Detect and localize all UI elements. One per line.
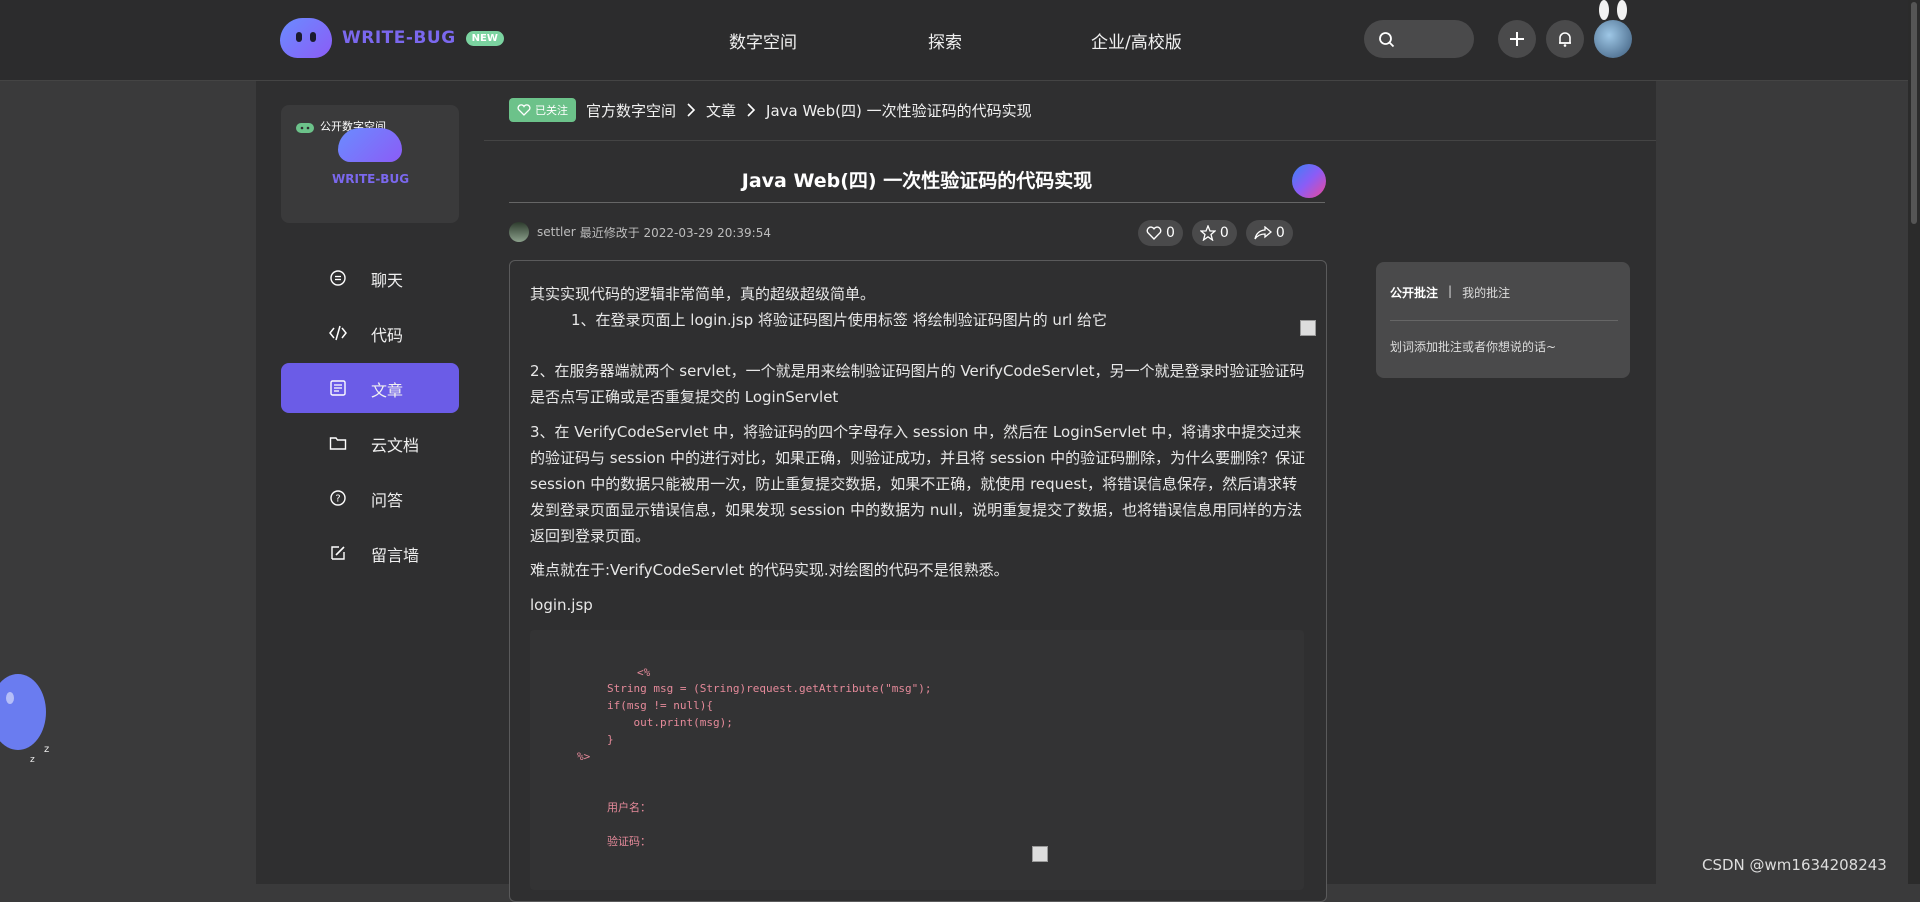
- user-avatar[interactable]: [1594, 20, 1632, 58]
- article-title: Java Web(四) 一次性验证码的代码实现: [741, 170, 1093, 192]
- sidebar-item-chat[interactable]: 聊天: [281, 253, 459, 303]
- share-icon: [1254, 226, 1272, 240]
- share-button[interactable]: 0: [1245, 220, 1293, 246]
- followed-label: 已关注: [535, 104, 568, 117]
- author-name[interactable]: settler: [537, 225, 576, 239]
- star-count: 0: [1219, 225, 1229, 241]
- divider: [484, 140, 1656, 141]
- paragraph: 2、在服务器端就两个 servlet，一个就是用来绘制验证码图片的 Verify…: [530, 362, 1305, 406]
- notification-button[interactable]: [1546, 20, 1584, 58]
- sleeping-mascot-icon[interactable]: z z z: [0, 662, 50, 772]
- code-icon: [329, 325, 347, 341]
- sidebar-item-label: 留言墙: [371, 546, 420, 565]
- scrollbar-thumb[interactable]: [1911, 2, 1917, 224]
- article-counters: 0 0 0: [1138, 220, 1293, 246]
- new-badge: NEW: [465, 30, 504, 46]
- paragraph: 其实实现代码的逻辑非常简单，真的超级超级简单。: [530, 285, 876, 303]
- article-icon: [330, 380, 346, 396]
- code-line: out.print(msg);: [607, 716, 733, 729]
- bell-icon: [1559, 32, 1571, 47]
- code-line: String msg = (String)request.getAttribut…: [607, 682, 932, 695]
- folder-icon: [329, 437, 347, 450]
- search-icon: [1379, 32, 1395, 48]
- article-meta: settler 最近修改于 2022-03-29 20:39:54: [509, 222, 771, 242]
- csdn-watermark: CSDN @wm1634208243: [1702, 856, 1887, 874]
- code-line: }: [607, 733, 614, 746]
- sidebar-item-article[interactable]: 文章: [281, 363, 459, 413]
- svg-text:z: z: [44, 744, 49, 755]
- brand-name: WRITE-BUG: [342, 28, 456, 48]
- breadcrumb-item-space[interactable]: 官方数字空间: [586, 100, 676, 121]
- modified-time: 最近修改于 2022-03-29 20:39:54: [579, 225, 771, 240]
- question-icon: ?: [330, 490, 346, 506]
- bunny-ears-icon: [1599, 0, 1627, 20]
- android-icon: [296, 123, 314, 133]
- tab-my-annotations[interactable]: 我的批注: [1462, 284, 1510, 301]
- code-line: 用户名：: [607, 801, 651, 814]
- like-button[interactable]: 0: [1138, 220, 1183, 246]
- code-line: 验证码：: [607, 835, 651, 848]
- add-button[interactable]: [1498, 20, 1536, 58]
- mascot-icon: [280, 18, 332, 58]
- heart-icon: [1146, 226, 1162, 240]
- chevron-right-icon: [747, 103, 756, 117]
- code-line: %>: [577, 750, 591, 763]
- nav-digital-space[interactable]: 数字空间: [729, 28, 797, 53]
- nav-explore[interactable]: 探索: [928, 28, 962, 53]
- space-mascot-icon: [338, 128, 402, 162]
- code-line: if(msg != null){: [607, 699, 713, 712]
- sidebar-item-label: 云文档: [371, 436, 420, 455]
- star-icon: [1199, 225, 1216, 241]
- paragraph: login.jsp: [530, 596, 593, 614]
- broken-image-icon: [1032, 846, 1048, 862]
- brand-logo[interactable]: WRITE-BUG NEW: [280, 18, 504, 58]
- globe-icon[interactable]: [1292, 164, 1326, 198]
- tab-divider: |: [1448, 284, 1453, 298]
- breadcrumb-item-current: Java Web(四) 一次性验证码的代码实现: [766, 101, 1032, 120]
- annotation-tabs: 公开批注 | 我的批注: [1390, 284, 1510, 301]
- code-line: <%: [637, 666, 651, 679]
- like-count: 0: [1166, 225, 1175, 241]
- broken-image-icon: [1300, 320, 1316, 336]
- sidebar-item-label: 文章: [371, 381, 404, 400]
- title-divider: [509, 202, 1325, 203]
- sidebar-item-code[interactable]: 代码: [281, 308, 459, 358]
- sidebar-item-label: 问答: [371, 491, 404, 510]
- sidebar-item-label: 聊天: [371, 271, 404, 290]
- svg-text:?: ?: [335, 494, 340, 505]
- breadcrumb-item-articles[interactable]: 文章: [706, 100, 736, 121]
- sidebar-item-qa[interactable]: ? 问答: [281, 473, 459, 523]
- author-avatar[interactable]: [509, 222, 529, 242]
- svg-text:z: z: [30, 755, 35, 765]
- heart-icon: [517, 104, 531, 116]
- annotation-divider: [1390, 320, 1618, 321]
- share-count: 0: [1275, 225, 1285, 241]
- star-button[interactable]: 0: [1191, 220, 1237, 246]
- nav-enterprise[interactable]: 企业/高校版: [1091, 28, 1182, 53]
- plus-icon: [1510, 32, 1524, 46]
- chat-icon: [330, 270, 346, 286]
- tab-public-annotations[interactable]: 公开批注: [1390, 284, 1438, 301]
- breadcrumb: 已关注 官方数字空间 文章 Java Web(四) 一次性验证码的代码实现: [509, 98, 1032, 122]
- edit-icon: [331, 546, 345, 560]
- paragraph: 3、在 VerifyCodeServlet 中，将验证码的四个字母存入 sess…: [530, 423, 1306, 545]
- chevron-right-icon: [687, 103, 696, 117]
- followed-badge[interactable]: 已关注: [509, 98, 576, 122]
- paragraph: 难点就在于:VerifyCodeServlet 的代码实现.对绘图的代码不是很熟…: [530, 561, 1009, 579]
- sidebar-item-cloud-docs[interactable]: 云文档: [281, 418, 459, 468]
- search-input[interactable]: [1364, 20, 1474, 58]
- space-name: WRITE-BUG: [332, 172, 410, 186]
- sidebar-item-label: 代码: [371, 326, 404, 345]
- sidebar-item-message-wall[interactable]: 留言墙: [281, 528, 459, 578]
- paragraph: 1、在登录页面上 login.jsp 将验证码图片使用标签 将绘制验证码图片的 …: [571, 311, 1108, 329]
- annotation-hint: 划词添加批注或者你想说的话~: [1390, 340, 1557, 354]
